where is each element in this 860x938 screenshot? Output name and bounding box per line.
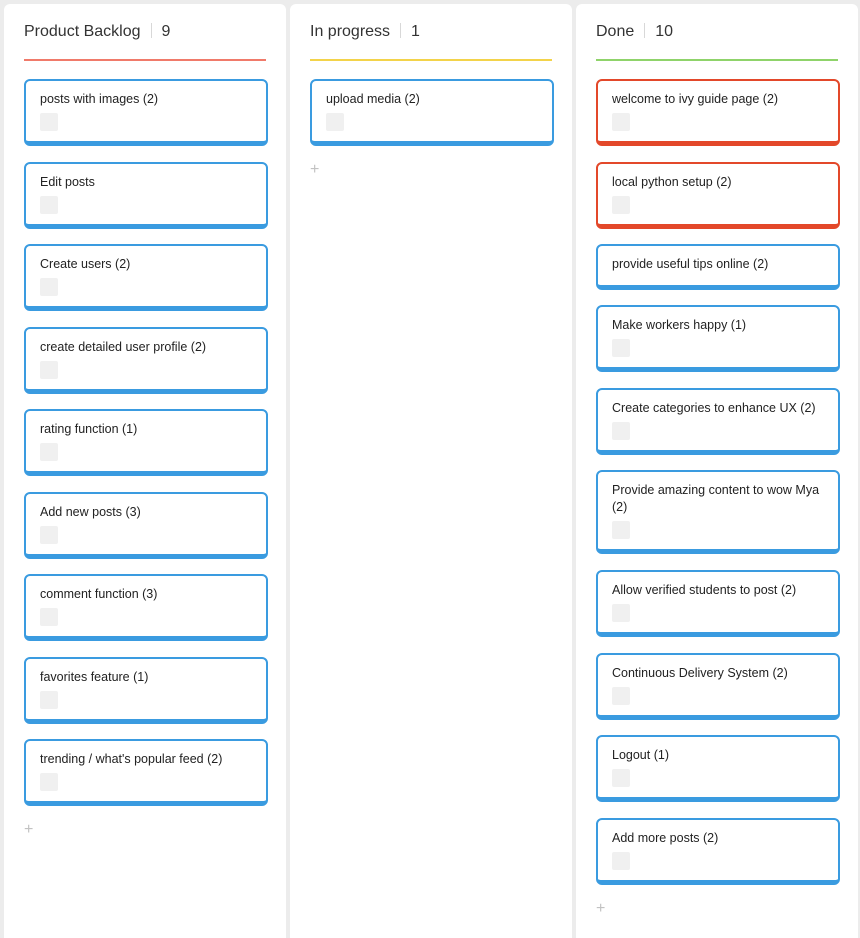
card-title: Add new posts (3): [40, 505, 141, 519]
card[interactable]: comment function (3): [24, 574, 268, 641]
avatar-placeholder-icon: [40, 278, 58, 296]
avatar-placeholder-icon: [40, 691, 58, 709]
card[interactable]: Continuous Delivery System (2): [596, 653, 840, 720]
avatar-placeholder-icon: [40, 773, 58, 791]
card[interactable]: favorites feature (1): [24, 657, 268, 724]
avatar-placeholder-icon: [40, 361, 58, 379]
card-title: Add more posts (2): [612, 831, 719, 845]
card-title: posts with images (2): [40, 92, 159, 106]
card-title: Make workers happy (1): [612, 318, 747, 332]
card[interactable]: provide useful tips online (2): [596, 244, 840, 290]
card-title: upload media (2): [326, 92, 420, 106]
card-title: Continuous Delivery System (2): [612, 666, 788, 680]
card[interactable]: local python setup (2): [596, 162, 840, 229]
card[interactable]: Provide amazing content to wow Mya (2): [596, 470, 840, 554]
card-title: welcome to ivy guide page (2): [612, 92, 779, 106]
card[interactable]: Add new posts (3): [24, 492, 268, 559]
card[interactable]: create detailed user profile (2): [24, 327, 268, 394]
column-in-progress: In progress 1 upload media (2) +: [290, 4, 572, 938]
card-title: rating function (1): [40, 422, 138, 436]
card[interactable]: Logout (1): [596, 735, 840, 802]
column-header-divider: [150, 23, 152, 38]
card-title: provide useful tips online (2): [612, 257, 769, 271]
avatar-placeholder-icon: [612, 521, 630, 539]
card[interactable]: Add more posts (2): [596, 818, 840, 885]
card[interactable]: Make workers happy (1): [596, 305, 840, 372]
card-title: comment function (3): [40, 587, 158, 601]
column-title-row: In progress 1: [310, 23, 420, 41]
avatar-placeholder-icon: [40, 443, 58, 461]
card-title: Logout (1): [612, 748, 669, 762]
column-product-backlog: Product Backlog 9 posts with images (2) E…: [4, 4, 286, 938]
card-title: Provide amazing content to wow Mya (2): [612, 483, 820, 514]
avatar-placeholder-icon: [326, 113, 344, 131]
card[interactable]: rating function (1): [24, 409, 268, 476]
card-title: Create users (2): [40, 257, 131, 271]
avatar-placeholder-icon: [40, 526, 58, 544]
card-title: create detailed user profile (2): [40, 340, 207, 354]
card-title: local python setup (2): [612, 175, 732, 189]
column-card-count: 9: [161, 23, 171, 40]
card-title: Create categories to enhance UX (2): [612, 401, 816, 415]
card[interactable]: welcome to ivy guide page (2): [596, 79, 840, 146]
column-done: Done 10 welcome to ivy guide page (2) loc…: [576, 4, 858, 938]
avatar-placeholder-icon: [612, 196, 630, 214]
kanban-board: Product Backlog 9 posts with images (2) E…: [0, 0, 860, 938]
card-title: Allow verified students to post (2): [612, 583, 797, 597]
card[interactable]: Allow verified students to post (2): [596, 570, 840, 637]
column-title: Product Backlog: [24, 23, 141, 40]
card[interactable]: Create users (2): [24, 244, 268, 311]
column-card-count: 1: [411, 23, 420, 40]
column-title-row: Product Backlog 9: [24, 23, 170, 41]
card[interactable]: Edit posts: [24, 162, 268, 229]
card-title: favorites feature (1): [40, 670, 149, 684]
add-card-icon[interactable]: +: [24, 822, 33, 838]
card-title: trending / what's popular feed (2): [40, 752, 223, 766]
column-title: Done: [596, 23, 635, 40]
card[interactable]: Create categories to enhance UX (2): [596, 388, 840, 455]
avatar-placeholder-icon: [612, 422, 630, 440]
card-title: Edit posts: [40, 175, 95, 189]
column-card-count: 10: [655, 23, 674, 40]
avatar-placeholder-icon: [40, 608, 58, 626]
avatar-placeholder-icon: [612, 687, 630, 705]
column-title: In progress: [310, 23, 391, 40]
avatar-placeholder-icon: [612, 852, 630, 870]
column-header-divider: [644, 23, 646, 38]
column-header[interactable]: In progress 1: [310, 4, 552, 61]
card[interactable]: posts with images (2): [24, 79, 268, 146]
card[interactable]: trending / what's popular feed (2): [24, 739, 268, 806]
avatar-placeholder-icon: [612, 604, 630, 622]
avatar-placeholder-icon: [612, 113, 630, 131]
add-card-icon[interactable]: +: [596, 901, 605, 917]
column-header[interactable]: Product Backlog 9: [24, 4, 266, 61]
column-header[interactable]: Done 10: [596, 4, 838, 61]
column-title-row: Done 10: [596, 23, 673, 41]
card[interactable]: upload media (2): [310, 79, 554, 146]
avatar-placeholder-icon: [40, 113, 58, 131]
add-card-icon[interactable]: +: [310, 162, 319, 178]
column-header-divider: [400, 23, 402, 38]
avatar-placeholder-icon: [612, 769, 630, 787]
avatar-placeholder-icon: [612, 339, 630, 357]
avatar-placeholder-icon: [40, 196, 58, 214]
